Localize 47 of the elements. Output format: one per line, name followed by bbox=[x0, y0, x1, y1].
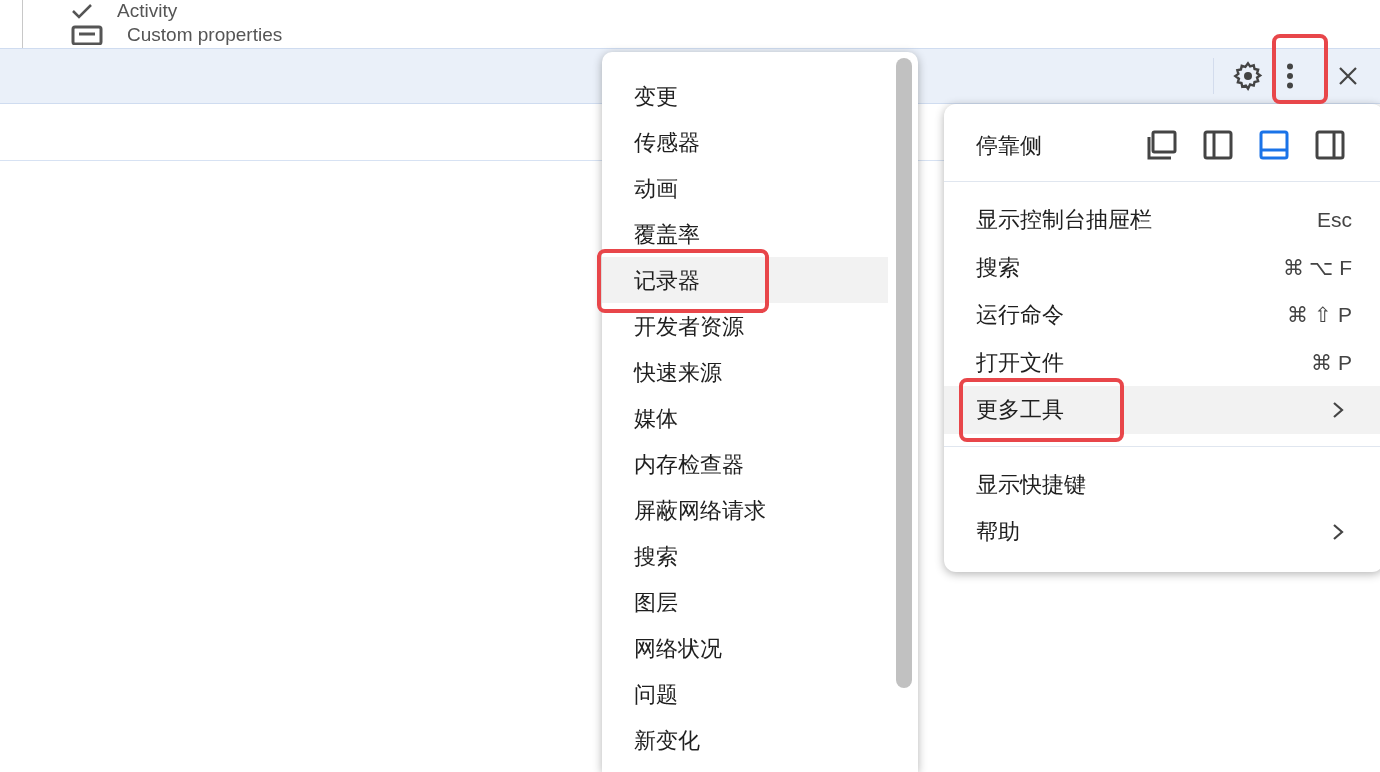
highlight-box bbox=[1272, 34, 1328, 104]
scrollbar[interactable] bbox=[896, 58, 912, 688]
more-options-icon[interactable] bbox=[1286, 63, 1294, 89]
settings-icon[interactable] bbox=[1232, 60, 1264, 92]
menu-item[interactable]: 打开文件 ⌘ P bbox=[944, 338, 1380, 386]
menu-item[interactable]: 显示快捷键 bbox=[944, 460, 1380, 508]
menu-item[interactable]: 记录器 bbox=[602, 257, 888, 303]
menu-item[interactable]: 传感器 bbox=[602, 119, 888, 165]
panel-item[interactable]: Custom properties bbox=[127, 24, 283, 46]
menu-label: 搜索 bbox=[976, 253, 1021, 282]
window-icon[interactable] bbox=[1146, 129, 1178, 161]
menu-item[interactable]: 新变化 bbox=[602, 717, 888, 763]
menu-label: 打开文件 bbox=[976, 348, 1065, 377]
right-panel-icon[interactable] bbox=[1314, 129, 1346, 161]
menu-item[interactable]: 内存检查器 bbox=[602, 441, 888, 487]
shortcut-label: ⌘ ⌥ F bbox=[1282, 254, 1352, 281]
menu-item[interactable]: 问题 bbox=[602, 671, 888, 717]
menu-item[interactable]: 屏蔽网络请求 bbox=[602, 487, 888, 533]
shortcut-label: ⌘ ⇧ P bbox=[1287, 302, 1352, 328]
panel-item[interactable]: Activity bbox=[117, 0, 178, 22]
menu-label: 更多工具 bbox=[976, 396, 1065, 425]
dock-side-label: 停靠侧 bbox=[976, 131, 1043, 160]
bottom-panel-icon[interactable] bbox=[1258, 129, 1290, 161]
shortcut-label: ⌘ P bbox=[1311, 349, 1352, 376]
checkmark-icon bbox=[71, 3, 93, 19]
menu-label: 显示控制台抽屉栏 bbox=[976, 206, 1153, 235]
shortcut-label: Esc bbox=[1317, 207, 1352, 233]
menu-item[interactable]: 更多工具 bbox=[944, 386, 1380, 434]
menu-item[interactable]: 开发者资源 bbox=[602, 303, 888, 349]
menu-item[interactable]: 图层 bbox=[602, 579, 888, 625]
menu-item[interactable]: 快速来源 bbox=[602, 349, 888, 395]
menu-item[interactable]: 搜索 bbox=[602, 533, 888, 579]
left-panel-icon[interactable] bbox=[1202, 129, 1234, 161]
menu-item[interactable]: 网络状况 bbox=[602, 625, 888, 671]
menu-label: 显示快捷键 bbox=[976, 470, 1087, 499]
menu-item[interactable]: 媒体 bbox=[602, 395, 888, 441]
close-icon[interactable] bbox=[1338, 66, 1358, 86]
document-icon bbox=[71, 25, 103, 45]
menu-item[interactable]: 运行命令 ⌘ ⇧ P bbox=[944, 291, 1380, 339]
menu-item[interactable]: 搜索 ⌘ ⌥ F bbox=[944, 243, 1380, 291]
menu-item[interactable]: 显示控制台抽屉栏 Esc bbox=[944, 196, 1380, 244]
menu-item[interactable]: 变更 bbox=[602, 73, 888, 119]
menu-label: 运行命令 bbox=[976, 301, 1065, 330]
menu-item[interactable]: 帮助 bbox=[944, 508, 1380, 556]
menu-item[interactable]: 动画 bbox=[602, 165, 888, 211]
menu-label: 帮助 bbox=[976, 518, 1021, 547]
menu-item[interactable]: 覆盖率 bbox=[602, 211, 888, 257]
